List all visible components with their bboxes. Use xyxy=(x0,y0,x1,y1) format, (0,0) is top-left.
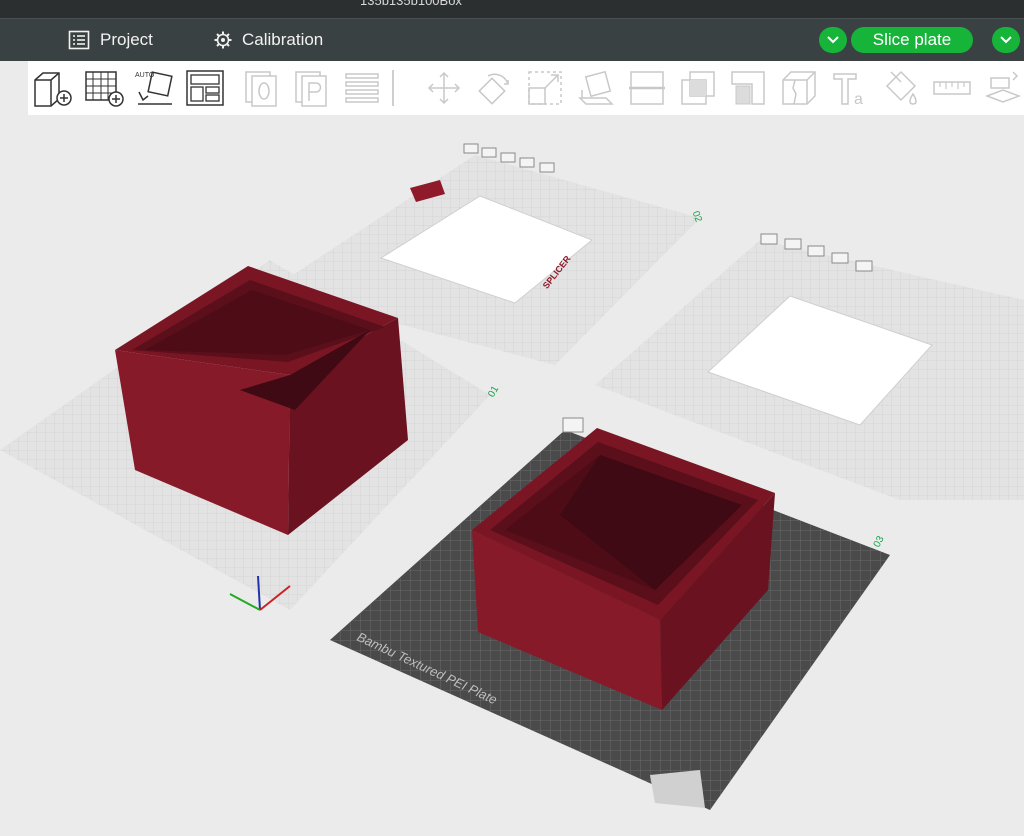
arrange-layout-icon xyxy=(186,70,224,106)
chevron-down-icon xyxy=(827,36,839,44)
boolean-icon xyxy=(681,71,715,105)
auto-orient-button[interactable]: AUTO xyxy=(134,68,174,108)
arrange-button[interactable] xyxy=(185,68,225,108)
add-object-button[interactable] xyxy=(32,68,72,108)
layers-lines-icon xyxy=(345,73,379,103)
3d-viewport[interactable]: SPLICER 02 01 Bambu Textured PEI Plate 0… xyxy=(0,115,1024,836)
project-list-icon xyxy=(68,30,90,50)
menu-bar: Project Calibration Slice plate xyxy=(0,18,1024,61)
cut-icon xyxy=(629,71,665,105)
move-tool-button[interactable] xyxy=(424,68,464,108)
paint-bucket-icon xyxy=(885,70,917,105)
slice-options-dropdown[interactable] xyxy=(819,27,847,53)
layers-button[interactable] xyxy=(342,68,382,108)
boolean-tool-button[interactable] xyxy=(678,68,718,108)
menu-calibration[interactable]: Calibration xyxy=(214,19,323,61)
support-paint-button[interactable] xyxy=(728,68,768,108)
measure-tool-button[interactable] xyxy=(932,68,972,108)
lay-on-face-icon xyxy=(578,70,614,105)
support-paint-icon xyxy=(731,71,765,105)
plate-01-number: 01 xyxy=(486,384,501,400)
scale-tool-button[interactable] xyxy=(525,68,565,108)
orient-zero-icon xyxy=(245,71,277,107)
window-title: 135b135b100Box xyxy=(360,0,462,8)
add-cube-icon xyxy=(34,72,72,107)
menu-project-label: Project xyxy=(100,30,153,49)
text-tool-icon: a xyxy=(833,73,863,108)
cut-tool-button[interactable] xyxy=(627,68,667,108)
assembly-icon xyxy=(984,71,1022,103)
orient-face-button[interactable] xyxy=(242,68,282,108)
plate-03-number: 03 xyxy=(872,534,887,549)
separator-line xyxy=(392,70,394,106)
rotate-icon xyxy=(478,73,509,105)
title-bar: 135b135b100Box xyxy=(0,0,1024,18)
auto-orient-icon: AUTO xyxy=(135,71,173,105)
toolbar: AUTO a xyxy=(28,61,1024,115)
svg-text:a: a xyxy=(854,91,863,108)
ruler-icon xyxy=(933,81,971,95)
plate-03-close-icon[interactable] xyxy=(562,417,584,433)
plate-corner-marker xyxy=(650,770,705,808)
toolbar-separator xyxy=(388,68,398,108)
color-paint-button[interactable] xyxy=(881,68,921,108)
plate-settings-button[interactable] xyxy=(292,68,332,108)
slice-plate-button[interactable]: Slice plate xyxy=(851,27,973,53)
move-arrows-icon xyxy=(427,71,461,105)
seam-paint-button[interactable] xyxy=(779,68,819,108)
calibration-gear-icon xyxy=(214,31,232,49)
print-options-dropdown[interactable] xyxy=(992,27,1020,53)
viewport-scene: SPLICER 02 01 Bambu Textured PEI Plate 0… xyxy=(0,143,1024,810)
chevron-down-icon xyxy=(1000,36,1012,44)
lay-on-face-button[interactable] xyxy=(576,68,616,108)
menu-project[interactable]: Project xyxy=(68,19,153,61)
assembly-tool-button[interactable] xyxy=(983,68,1023,108)
plate-p-icon xyxy=(295,71,327,107)
scale-icon xyxy=(528,71,562,105)
rotate-tool-button[interactable] xyxy=(474,68,514,108)
add-plate-button[interactable] xyxy=(84,68,124,108)
add-plate-grid-icon xyxy=(85,71,124,107)
seam-cube-icon xyxy=(782,71,816,105)
menu-calibration-label: Calibration xyxy=(242,30,324,49)
text-tool-button[interactable]: a xyxy=(830,68,870,108)
